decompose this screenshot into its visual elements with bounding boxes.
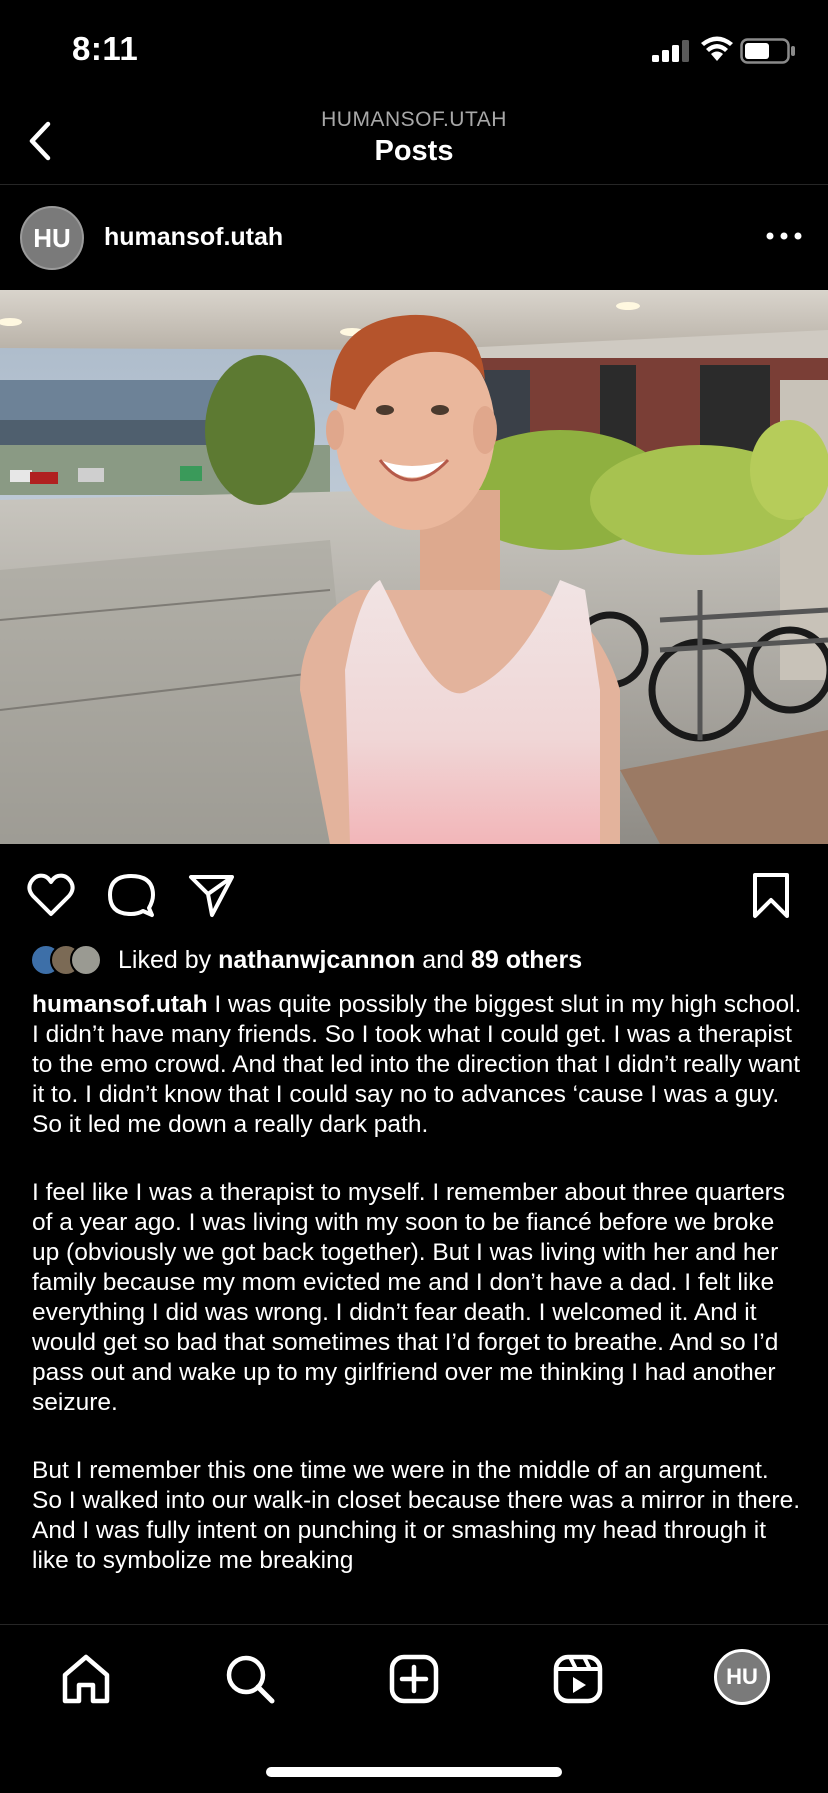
liker-username[interactable]: nathanwjcannon	[218, 946, 415, 974]
heart-icon[interactable]	[26, 870, 76, 920]
comment-icon[interactable]	[106, 870, 156, 920]
post-caption: humansof.utah I was quite possibly the b…	[32, 990, 802, 1630]
more-options-icon[interactable]	[764, 224, 804, 248]
status-bar: 8:11	[0, 0, 828, 100]
new-post-icon[interactable]	[386, 1651, 442, 1707]
caption-paragraph: humansof.utah I was quite possibly the b…	[32, 990, 802, 1140]
reels-icon[interactable]	[550, 1651, 606, 1707]
account-name: HUMANSOF.UTAH	[321, 108, 507, 131]
liked-by-text: Liked by nathanwjcannon and 89 others	[118, 946, 582, 975]
tab-bar: HU	[0, 1624, 828, 1793]
post-username[interactable]: humansof.utah	[104, 223, 283, 252]
nav-header: HUMANSOF.UTAH Posts	[0, 100, 828, 185]
profile-tab-avatar[interactable]: HU	[714, 1649, 770, 1705]
share-icon[interactable]	[186, 870, 236, 920]
liked-by[interactable]: Liked by nathanwjcannon and 89 others	[30, 940, 810, 980]
page-title: Posts	[374, 135, 454, 167]
home-indicator[interactable]	[266, 1767, 562, 1777]
post-photo[interactable]	[0, 290, 828, 844]
likes-count[interactable]: 89 others	[471, 946, 582, 974]
status-time: 8:11	[72, 30, 139, 67]
liked-by-and: and	[422, 945, 464, 974]
liker-avatar	[70, 944, 102, 976]
bookmark-icon[interactable]	[746, 870, 796, 920]
post-header: HU humansof.utah	[0, 186, 828, 290]
post-actions	[0, 860, 828, 930]
home-icon[interactable]	[58, 1651, 114, 1707]
caption-paragraph: I feel like I was a therapist to myself.…	[32, 1179, 786, 1416]
caption-author[interactable]: humansof.utah	[32, 991, 208, 1018]
caption-paragraph: But I remember this one time we were in …	[32, 1457, 801, 1574]
search-icon[interactable]	[222, 1651, 278, 1707]
cellular-signal-icon	[652, 40, 689, 62]
avatar[interactable]: HU	[20, 206, 84, 270]
battery-icon	[740, 38, 795, 64]
wifi-icon	[701, 36, 733, 61]
liked-by-prefix: Liked by	[118, 945, 212, 974]
